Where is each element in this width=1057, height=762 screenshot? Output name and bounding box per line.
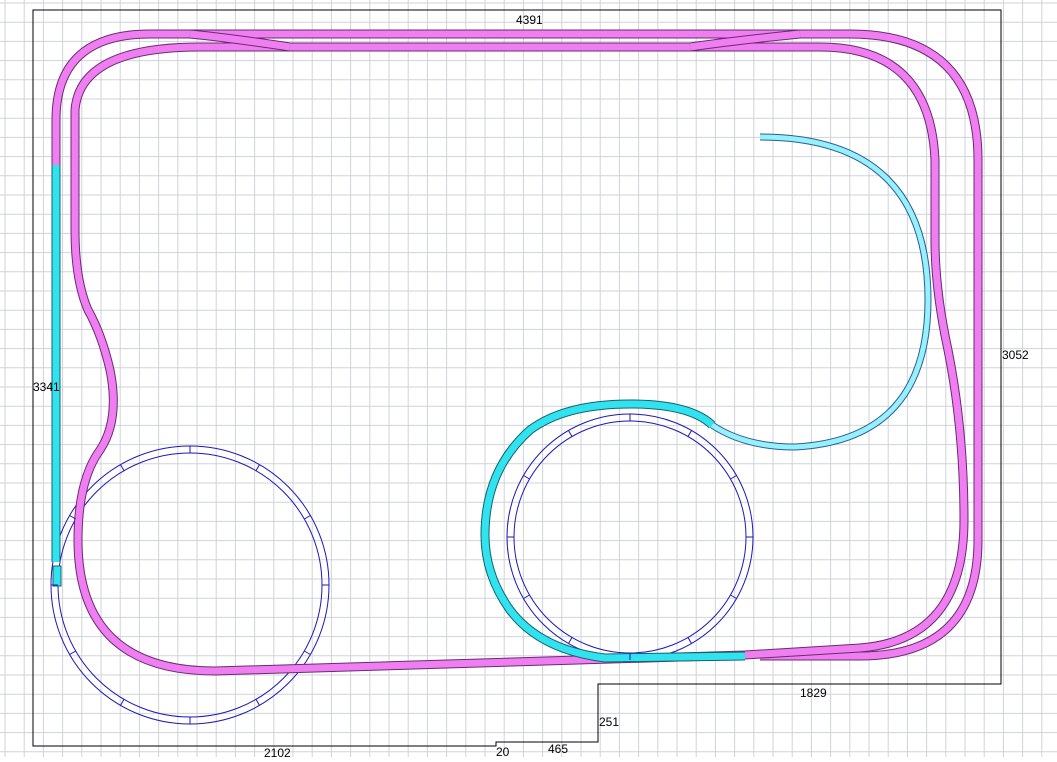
center-loop-tie — [568, 637, 573, 644]
left-loop-tie — [255, 699, 260, 706]
dim-bottom-step-width: 465 — [548, 742, 568, 756]
left-loop-tie — [304, 650, 311, 655]
layout-canvas[interactable]: 4391 3052 3341 2102 20 465 251 1829 — [0, 0, 1057, 760]
left-loop-tie — [120, 699, 125, 706]
left-loop-tie — [304, 515, 311, 520]
left-loop-tie — [120, 464, 125, 471]
center-loop-tie — [523, 475, 530, 480]
center-loop-tie — [568, 430, 573, 437]
center-loop-tie — [687, 430, 692, 437]
left-loop-tie — [255, 464, 260, 471]
dim-bottom-step-small: 20 — [496, 745, 510, 757]
dim-left: 3341 — [33, 380, 60, 394]
left-reversing-loop[interactable] — [50, 445, 330, 725]
dim-bottom-step-height: 251 — [599, 715, 619, 729]
center-reversing-loop[interactable] — [506, 413, 754, 661]
dim-right: 3052 — [1002, 348, 1029, 362]
center-loop-tie — [730, 475, 737, 480]
left-loop-tie — [69, 650, 76, 655]
helix-spur[interactable] — [710, 133, 932, 451]
dim-bottom-right: 1829 — [800, 686, 827, 700]
dim-bottom-left: 2102 — [264, 746, 291, 757]
center-loop-tie — [687, 637, 692, 644]
center-branch[interactable] — [480, 399, 746, 663]
left-siding[interactable] — [51, 165, 62, 587]
dim-top: 4391 — [516, 13, 543, 27]
